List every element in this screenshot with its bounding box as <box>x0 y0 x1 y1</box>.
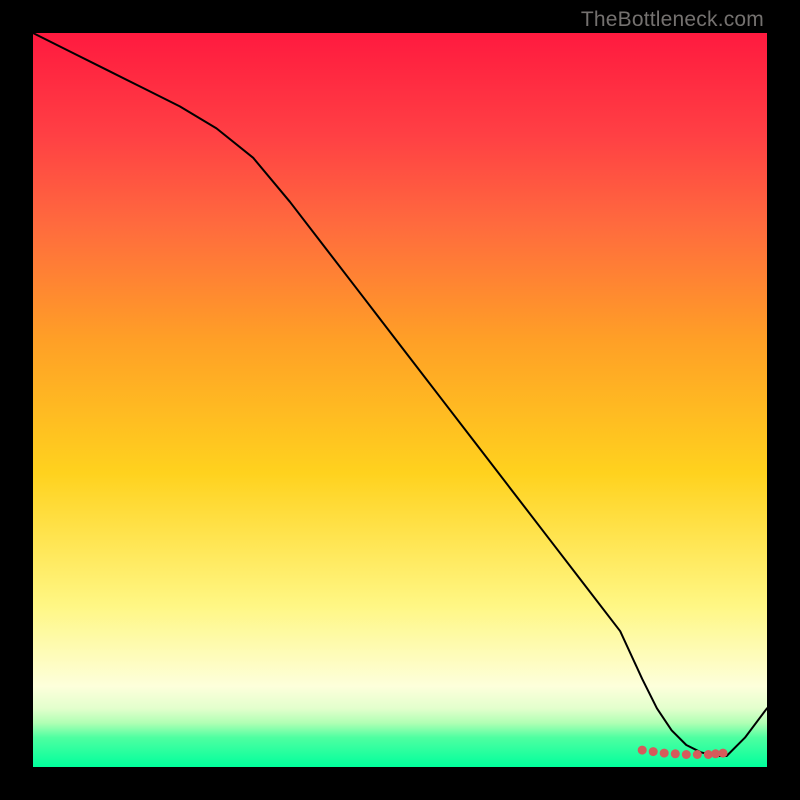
highlight-dot <box>682 750 691 759</box>
chart-container: TheBottleneck.com <box>0 0 800 800</box>
highlight-dot <box>719 749 728 758</box>
bottleneck-curve <box>33 33 767 756</box>
highlight-dot <box>693 750 702 759</box>
plot-overlay <box>33 33 767 767</box>
watermark-text: TheBottleneck.com <box>581 8 764 32</box>
highlight-dot <box>649 747 658 756</box>
highlight-markers <box>638 746 728 759</box>
highlight-dot <box>671 749 680 758</box>
highlight-dot <box>660 749 669 758</box>
highlight-dot <box>638 746 647 755</box>
